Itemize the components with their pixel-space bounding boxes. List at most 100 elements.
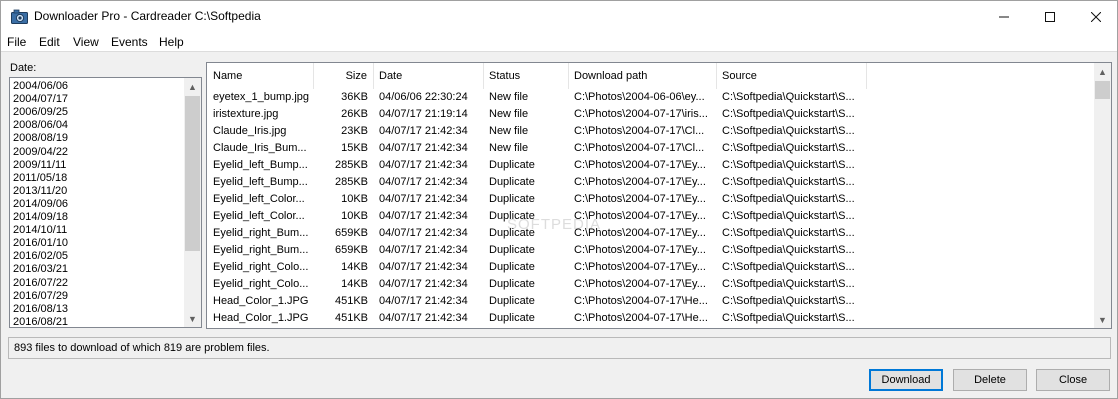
cell-name: iristexture.jpg bbox=[213, 108, 279, 120]
table-row[interactable]: Eyelid_right_Colo... 14KB 04/07/17 21:42:3… bbox=[207, 276, 1094, 293]
cell-status: New file bbox=[489, 142, 529, 154]
date-list-item[interactable]: 2016/07/29 bbox=[13, 290, 68, 302]
cell-name: Eyelid_left_Bump... bbox=[213, 159, 308, 171]
cell-status: New file bbox=[489, 108, 529, 120]
cell-source: C:\Softpedia\Quickstart\S... bbox=[722, 295, 855, 307]
table-row[interactable]: Claude_Iris.jpg 23KB 04/07/17 21:42:34 New … bbox=[207, 123, 1094, 140]
table-row[interactable]: Eyelid_left_Bump... 285KB 04/07/17 21:42:3… bbox=[207, 174, 1094, 191]
cell-status: Duplicate bbox=[489, 210, 535, 222]
cell-source: C:\Softpedia\Quickstart\S... bbox=[722, 261, 855, 273]
date-list[interactable]: ▲ ▼ 2004/06/06 2004/07/17 2006/09/25 2008/0… bbox=[9, 77, 202, 328]
cell-source: C:\Softpedia\Quickstart\S... bbox=[722, 142, 855, 154]
cell-date: 04/06/06 22:30:24 bbox=[379, 91, 468, 103]
cell-source: C:\Softpedia\Quickstart\S... bbox=[722, 210, 855, 222]
download-button[interactable]: Download bbox=[869, 369, 943, 391]
date-list-item[interactable]: 2004/06/06 bbox=[13, 80, 68, 92]
date-list-item[interactable]: 2004/07/17 bbox=[13, 93, 68, 105]
table-row[interactable]: Eyelid_right_Bum... 659KB 04/07/17 21:42:3… bbox=[207, 242, 1094, 259]
date-list-scrollbar[interactable]: ▲ ▼ bbox=[184, 78, 201, 327]
date-list-item[interactable]: 2014/10/11 bbox=[13, 224, 67, 236]
delete-button[interactable]: Delete bbox=[953, 369, 1027, 391]
table-row[interactable]: iristexture.jpg 26KB 04/07/17 21:19:14 New … bbox=[207, 106, 1094, 123]
cell-download-path: C:\Photos\2004-07-17\Cl... bbox=[574, 125, 705, 137]
table-row[interactable]: Head_Color_1.JPG 451KB 04/07/17 21:42:34 Du… bbox=[207, 310, 1094, 327]
cell-date: 04/07/17 21:42:34 bbox=[379, 295, 468, 307]
file-table-scrollbar[interactable]: ▲ ▼ bbox=[1094, 63, 1111, 328]
date-list-item[interactable]: 2014/09/06 bbox=[13, 198, 68, 210]
date-list-item[interactable]: 2009/04/22 bbox=[13, 146, 68, 158]
date-list-item[interactable]: 2013/11/20 bbox=[13, 185, 67, 197]
close-window-button[interactable] bbox=[1073, 1, 1118, 32]
column-header-status[interactable]: Status bbox=[484, 63, 569, 89]
table-row[interactable]: Eyelid_left_Bump... 285KB 04/07/17 21:42:3… bbox=[207, 157, 1094, 174]
table-row[interactable]: Head_Color_1.JPG 451KB 04/07/17 21:42:34 Du… bbox=[207, 293, 1094, 310]
date-list-item[interactable]: 2011/05/18 bbox=[13, 172, 67, 184]
status-bar: 893 files to download of which 819 are p… bbox=[8, 337, 1111, 359]
cell-date: 04/07/17 21:42:34 bbox=[379, 210, 468, 222]
close-button[interactable]: Close bbox=[1036, 369, 1110, 391]
table-row[interactable]: Eyelid_right_Colo... 14KB 04/07/17 21:42:3… bbox=[207, 259, 1094, 276]
app-camera-icon bbox=[11, 9, 28, 24]
column-header-download-path[interactable]: Download path bbox=[569, 63, 717, 89]
column-header-date[interactable]: Date bbox=[374, 63, 484, 89]
date-list-item[interactable]: 2016/08/21 bbox=[13, 316, 68, 327]
column-header-size[interactable]: Size bbox=[314, 63, 374, 89]
cell-date: 04/07/17 21:42:34 bbox=[379, 244, 468, 256]
scroll-up-arrow-icon[interactable]: ▲ bbox=[184, 78, 201, 95]
cell-download-path: C:\Photos\2004-07-17\Ey... bbox=[574, 210, 706, 222]
cell-download-path: C:\Photos\2004-07-17\Ey... bbox=[574, 244, 706, 256]
menu-view[interactable]: View bbox=[73, 35, 99, 49]
cell-size: 285KB bbox=[334, 176, 368, 188]
scroll-thumb[interactable] bbox=[1095, 81, 1110, 99]
maximize-button[interactable] bbox=[1027, 1, 1073, 32]
table-row[interactable]: Eyelid_left_Color... 10KB 04/07/17 21:42:3… bbox=[207, 191, 1094, 208]
date-list-item[interactable]: 2009/11/11 bbox=[13, 159, 66, 171]
date-list-item[interactable]: 2008/08/19 bbox=[13, 132, 68, 144]
date-list-item[interactable]: 2008/06/04 bbox=[13, 119, 68, 131]
app-window: Downloader Pro - Cardreader C:\Softpedia… bbox=[0, 0, 1118, 399]
cell-status: Duplicate bbox=[489, 159, 535, 171]
cell-name: Claude_Iris_Bum... bbox=[213, 142, 307, 154]
cell-download-path: C:\Photos\2004-07-17\Ey... bbox=[574, 159, 706, 171]
menu-file[interactable]: File bbox=[7, 35, 26, 49]
maximize-icon bbox=[1045, 11, 1055, 22]
date-list-item[interactable]: 2016/07/22 bbox=[13, 277, 68, 289]
menu-help[interactable]: Help bbox=[159, 35, 184, 49]
file-table[interactable]: Name Size Date Status Download path Sour… bbox=[206, 62, 1112, 329]
date-label: Date: bbox=[10, 62, 37, 74]
column-header-source[interactable]: Source bbox=[717, 63, 867, 89]
cell-source: C:\Softpedia\Quickstart\S... bbox=[722, 312, 855, 324]
cell-download-path: C:\Photos\2004-06-06\ey... bbox=[574, 91, 705, 103]
cell-name: Eyelid_left_Bump... bbox=[213, 176, 308, 188]
menu-events[interactable]: Events bbox=[111, 35, 148, 49]
date-list-item[interactable]: 2016/01/10 bbox=[13, 237, 68, 249]
cell-download-path: C:\Photos\2004-07-17\Ey... bbox=[574, 193, 706, 205]
cell-source: C:\Softpedia\Quickstart\S... bbox=[722, 278, 855, 290]
column-header-name[interactable]: Name bbox=[207, 63, 314, 89]
table-row[interactable]: Eyelid_right_Bum... 659KB 04/07/17 21:42:3… bbox=[207, 225, 1094, 242]
date-list-item[interactable]: 2016/03/21 bbox=[13, 263, 68, 275]
table-row[interactable]: eyetex_1_bump.jpg 36KB 04/06/06 22:30:24 Ne… bbox=[207, 89, 1094, 106]
scroll-down-arrow-icon[interactable]: ▼ bbox=[1094, 311, 1111, 328]
date-list-item[interactable]: 2006/09/25 bbox=[13, 106, 68, 118]
date-list-item[interactable]: 2016/08/13 bbox=[13, 303, 68, 315]
minimize-button[interactable] bbox=[981, 1, 1027, 32]
cell-size: 659KB bbox=[334, 227, 368, 239]
scroll-down-arrow-icon[interactable]: ▼ bbox=[184, 310, 201, 327]
cell-name: Eyelid_right_Bum... bbox=[213, 244, 309, 256]
scroll-thumb[interactable] bbox=[185, 96, 200, 251]
cell-download-path: C:\Photos\2004-07-17\Ey... bbox=[574, 176, 706, 188]
cell-name: eyetex_1_bump.jpg bbox=[213, 91, 310, 103]
cell-date: 04/07/17 21:42:34 bbox=[379, 142, 468, 154]
cell-name: Eyelid_left_Color... bbox=[213, 193, 305, 205]
cell-size: 451KB bbox=[334, 295, 368, 307]
scroll-up-arrow-icon[interactable]: ▲ bbox=[1094, 63, 1111, 80]
date-list-item[interactable]: 2014/09/18 bbox=[13, 211, 68, 223]
date-list-item[interactable]: 2016/02/05 bbox=[13, 250, 68, 262]
cell-status: Duplicate bbox=[489, 278, 535, 290]
cell-status: Duplicate bbox=[489, 312, 535, 324]
table-row[interactable]: Claude_Iris_Bum... 15KB 04/07/17 21:42:34 N… bbox=[207, 140, 1094, 157]
menu-bar: File Edit View Events Help bbox=[1, 32, 1117, 52]
menu-edit[interactable]: Edit bbox=[39, 35, 60, 49]
table-row[interactable]: Eyelid_left_Color... 10KB 04/07/17 21:42:3… bbox=[207, 208, 1094, 225]
